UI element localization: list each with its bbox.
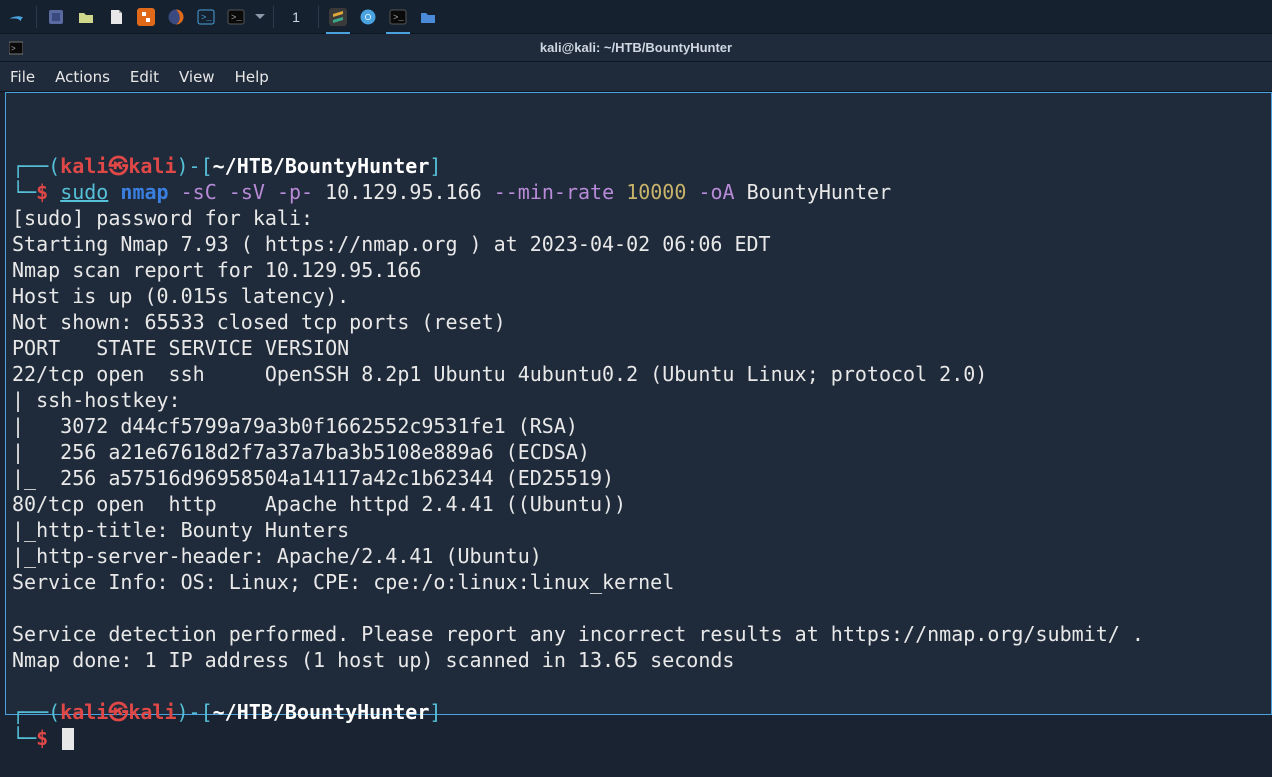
terminal-viewport[interactable]: ┌──(kali㉿kali)-[~/HTB/BountyHunter] └─$ … bbox=[5, 92, 1272, 715]
output-line: 80/tcp open http Apache httpd 2.4.41 ((U… bbox=[12, 492, 626, 516]
burpsuite-icon[interactable] bbox=[131, 2, 161, 32]
output-line: Host is up (0.015s latency). bbox=[12, 284, 349, 308]
window-menubar: File Actions Edit View Help bbox=[0, 62, 1272, 92]
svg-text:>_: >_ bbox=[201, 13, 212, 23]
output-line: Service Info: OS: Linux; CPE: cpe:/o:lin… bbox=[12, 570, 674, 594]
svg-text:>_: >_ bbox=[393, 13, 404, 23]
workspace-indicator[interactable]: 1 bbox=[278, 9, 314, 25]
activity-icon[interactable] bbox=[41, 2, 71, 32]
output-line: Nmap done: 1 IP address (1 host up) scan… bbox=[12, 648, 734, 672]
window-titlebar[interactable]: > kali@kali: ~/HTB/BountyHunter bbox=[0, 34, 1272, 62]
taskbar-divider bbox=[36, 6, 37, 28]
output-line: | ssh-hostkey: bbox=[12, 388, 193, 412]
system-taskbar: >_ >_ 1 >_ bbox=[0, 0, 1272, 34]
sublime-icon[interactable] bbox=[323, 2, 353, 32]
svg-text:>_: >_ bbox=[231, 13, 242, 23]
taskbar-divider bbox=[318, 6, 319, 28]
firefox-icon[interactable] bbox=[161, 2, 191, 32]
chromium-icon[interactable] bbox=[353, 2, 383, 32]
dropdown-icon[interactable] bbox=[251, 2, 269, 32]
window-app-icon: > bbox=[6, 38, 26, 58]
menu-view[interactable]: View bbox=[179, 68, 215, 86]
menu-file[interactable]: File bbox=[10, 68, 35, 86]
terminal-cursor bbox=[62, 728, 74, 750]
output-line: | 256 a21e67618d2f7a37a7ba3b5108e889a6 (… bbox=[12, 440, 590, 464]
output-line: PORT STATE SERVICE VERSION bbox=[12, 336, 349, 360]
output-line: Nmap scan report for 10.129.95.166 bbox=[12, 258, 421, 282]
folder-icon[interactable] bbox=[413, 2, 443, 32]
terminal-content: ┌──(kali㉿kali)-[~/HTB/BountyHunter] └─$ … bbox=[12, 127, 1265, 751]
svg-text:>: > bbox=[11, 45, 16, 54]
output-line: Service detection performed. Please repo… bbox=[12, 622, 1144, 646]
output-line: Starting Nmap 7.93 ( https://nmap.org ) … bbox=[12, 232, 771, 256]
menu-actions[interactable]: Actions bbox=[55, 68, 110, 86]
taskbar-divider bbox=[273, 6, 274, 28]
output-line: Not shown: 65533 closed tcp ports (reset… bbox=[12, 310, 506, 334]
terminal2-icon[interactable]: >_ bbox=[383, 2, 413, 32]
output-line: |_http-title: Bounty Hunters bbox=[12, 518, 349, 542]
qterminal-icon[interactable]: >_ bbox=[221, 2, 251, 32]
terminal-icon[interactable]: >_ bbox=[191, 2, 221, 32]
output-line: 22/tcp open ssh OpenSSH 8.2p1 Ubuntu 4ub… bbox=[12, 362, 987, 386]
kali-menu-icon[interactable] bbox=[2, 2, 32, 32]
window-title: kali@kali: ~/HTB/BountyHunter bbox=[0, 40, 1272, 55]
output-line: |_ 256 a57516d96958504a14117a42c1b62344 … bbox=[12, 466, 614, 490]
menu-help[interactable]: Help bbox=[235, 68, 269, 86]
output-line: [sudo] password for kali: bbox=[12, 206, 325, 230]
menu-edit[interactable]: Edit bbox=[130, 68, 159, 86]
output-line: |_http-server-header: Apache/2.4.41 (Ubu… bbox=[12, 544, 542, 568]
files-icon[interactable] bbox=[71, 2, 101, 32]
output-line: | 3072 d44cf5799a79a3b0f1662552c9531fe1 … bbox=[12, 414, 578, 438]
editor-icon[interactable] bbox=[101, 2, 131, 32]
